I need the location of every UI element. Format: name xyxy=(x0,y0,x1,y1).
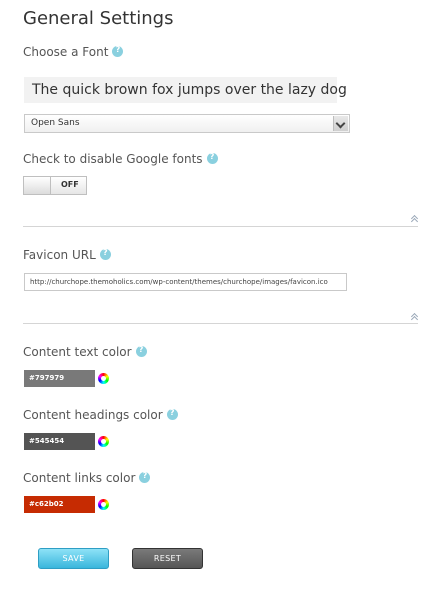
google-fonts-label-row: Check to disable Google fonts xyxy=(23,152,218,166)
content-links-color-input[interactable]: #c62b02 xyxy=(24,496,95,513)
help-icon[interactable] xyxy=(206,152,218,164)
content-headings-color-label-row: Content headings color xyxy=(23,408,178,422)
content-text-color-label: Content text color xyxy=(23,345,132,359)
color-wheel-icon[interactable] xyxy=(98,436,109,447)
content-text-color-input[interactable]: #797979 xyxy=(24,370,95,387)
content-links-color-label-row: Content links color xyxy=(23,471,151,485)
google-fonts-label: Check to disable Google fonts xyxy=(23,152,203,166)
section-divider xyxy=(23,226,418,227)
favicon-url-input[interactable]: http://churchope.themoholics.com/wp-cont… xyxy=(24,273,347,291)
content-text-color-label-row: Content text color xyxy=(23,345,147,359)
content-links-color-label: Content links color xyxy=(23,471,136,485)
toggle-state-label: OFF xyxy=(61,180,79,189)
reset-button[interactable]: RESET xyxy=(132,548,203,569)
section-divider xyxy=(23,323,418,324)
choose-font-label-row: Choose a Font xyxy=(23,45,124,59)
color-wheel-icon[interactable] xyxy=(98,373,109,384)
page-title: General Settings xyxy=(23,8,174,29)
font-preview: The quick brown fox jumps over the lazy … xyxy=(24,77,347,103)
choose-font-label: Choose a Font xyxy=(23,45,109,59)
help-icon[interactable] xyxy=(166,408,178,420)
help-icon[interactable] xyxy=(99,248,111,260)
font-select-value: Open Sans xyxy=(31,118,80,128)
help-icon[interactable] xyxy=(112,45,124,57)
double-chevron-up-icon[interactable] xyxy=(410,214,419,223)
favicon-label: Favicon URL xyxy=(23,248,96,262)
chevron-down-icon[interactable] xyxy=(333,116,348,131)
favicon-label-row: Favicon URL xyxy=(23,248,111,262)
save-button[interactable]: SAVE xyxy=(38,548,109,569)
content-headings-color-label: Content headings color xyxy=(23,408,163,422)
toggle-knob[interactable] xyxy=(24,177,51,194)
font-select[interactable]: Open Sans xyxy=(24,114,350,133)
google-fonts-toggle[interactable]: OFF xyxy=(23,176,87,195)
help-icon[interactable] xyxy=(135,345,147,357)
color-wheel-icon[interactable] xyxy=(98,499,109,510)
double-chevron-up-icon[interactable] xyxy=(410,312,419,321)
help-icon[interactable] xyxy=(139,471,151,483)
content-headings-color-input[interactable]: #545454 xyxy=(24,433,95,450)
